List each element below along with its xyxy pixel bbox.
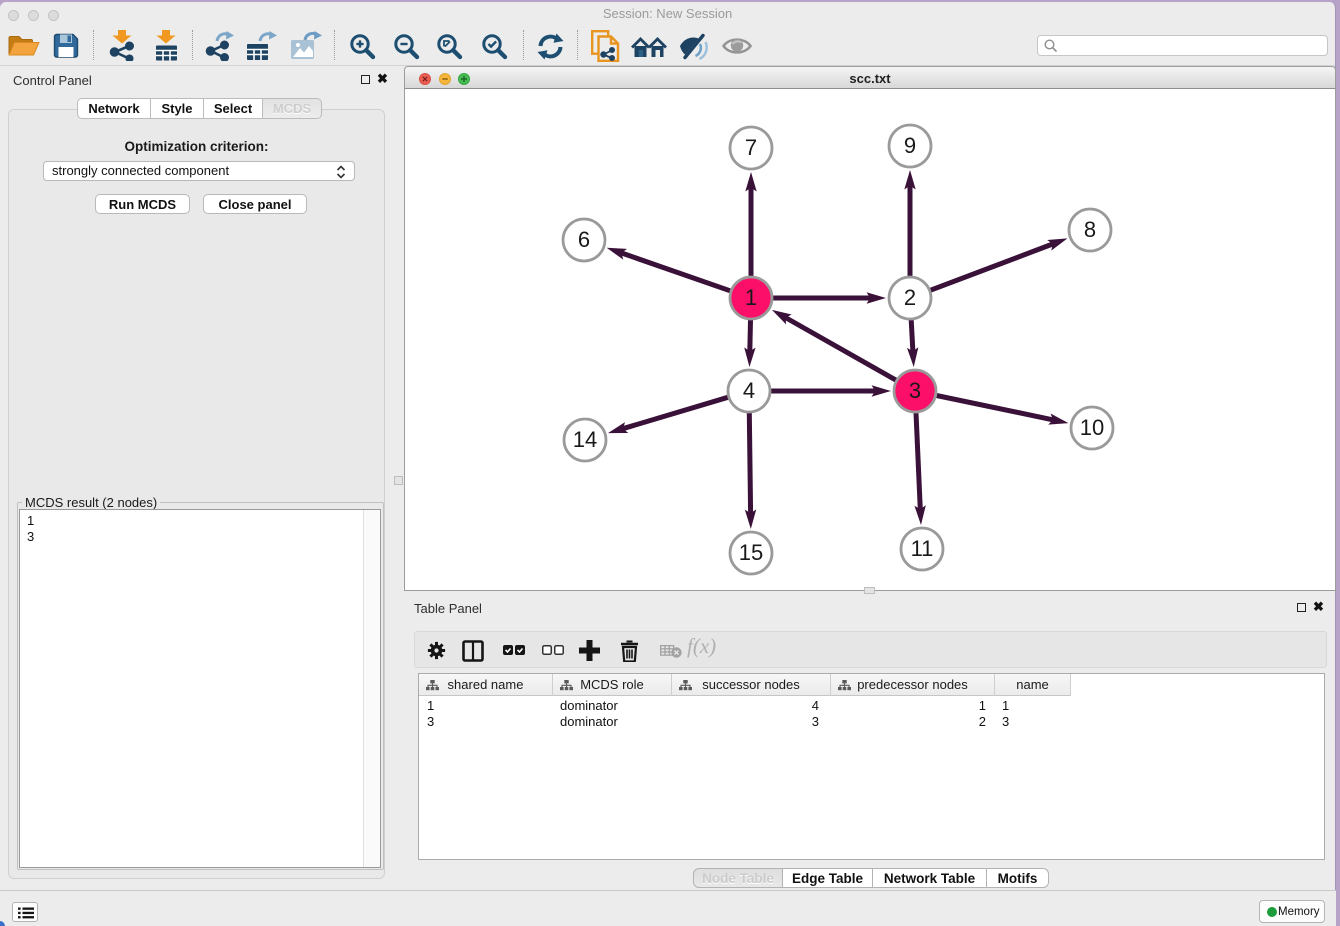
svg-text:2: 2 xyxy=(904,285,916,310)
svg-text:3: 3 xyxy=(909,378,921,403)
svg-text:7: 7 xyxy=(745,135,757,160)
svg-text:9: 9 xyxy=(904,133,916,158)
svg-text:15: 15 xyxy=(739,540,763,565)
svg-text:1: 1 xyxy=(745,285,757,310)
svg-text:6: 6 xyxy=(578,227,590,252)
svg-text:8: 8 xyxy=(1084,217,1096,242)
svg-text:14: 14 xyxy=(573,427,597,452)
svg-text:4: 4 xyxy=(743,378,755,403)
svg-text:11: 11 xyxy=(911,536,934,561)
svg-text:10: 10 xyxy=(1080,415,1104,440)
